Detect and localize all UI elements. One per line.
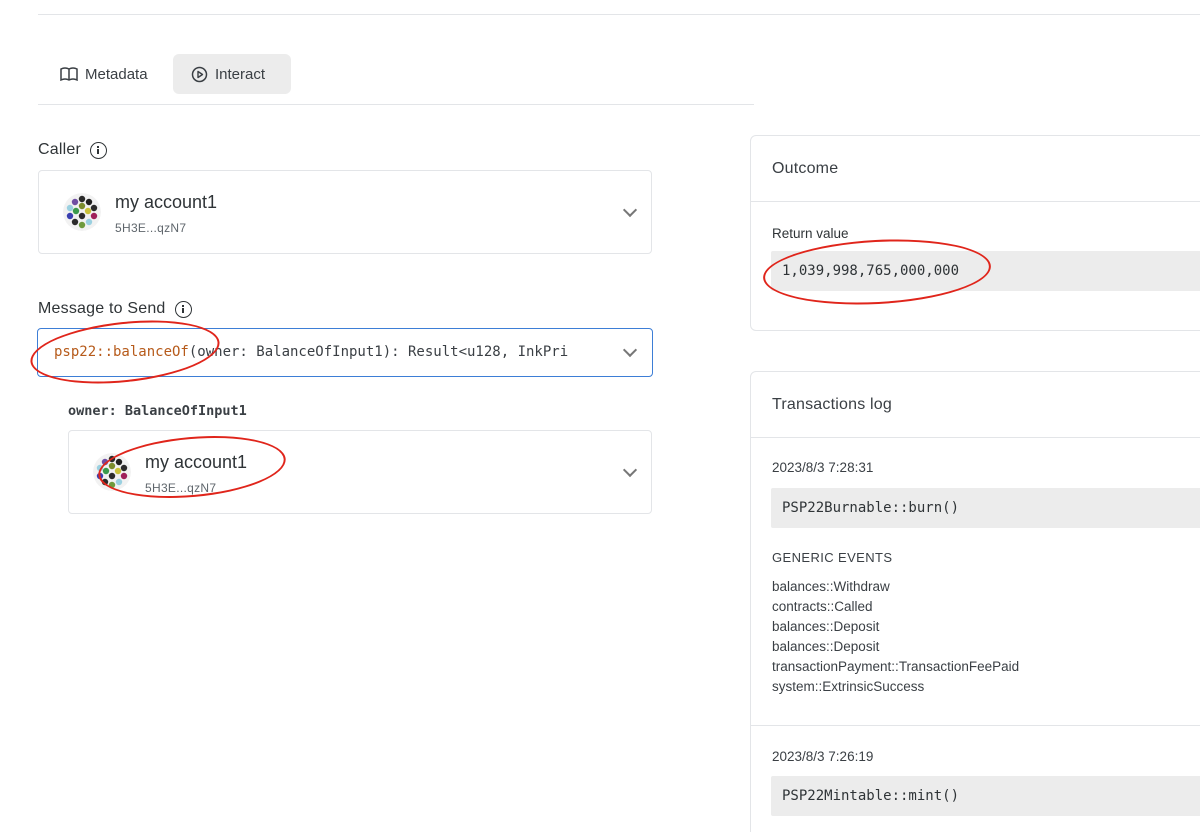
- event-item: balances::Deposit: [772, 619, 880, 634]
- transaction-timestamp: 2023/8/3 7:28:31: [772, 460, 874, 475]
- info-icon[interactable]: [174, 300, 192, 318]
- owner-account-select[interactable]: my account1 5H3E...qzN7: [68, 430, 652, 514]
- info-icon[interactable]: [90, 141, 107, 159]
- transaction-call: PSP22Mintable::mint(): [771, 776, 1200, 816]
- message-label-text: Message to Send: [38, 300, 166, 317]
- message-select[interactable]: psp22::balanceOf(owner: BalanceOfInput1)…: [37, 328, 653, 377]
- book-icon: [60, 67, 78, 81]
- message-signature-params: (owner: BalanceOfInput1): Result<u128, I…: [188, 344, 569, 360]
- event-item: system::ExtrinsicSuccess: [772, 679, 925, 694]
- account-identicon-icon: [93, 453, 131, 491]
- tab-interact[interactable]: Interact: [173, 54, 291, 94]
- play-circle-icon: [191, 66, 208, 83]
- caller-account-name: my account1: [115, 192, 218, 212]
- event-item: transactionPayment::TransactionFeePaid: [772, 659, 1020, 674]
- transactions-log-panel: Transactions log 2023/8/3 7:28:31 PSP22B…: [750, 371, 1200, 832]
- transactions-log-title: Transactions log: [772, 396, 892, 413]
- transactions-log-divider: [751, 437, 1200, 438]
- outcome-title: Outcome: [772, 160, 839, 177]
- tab-metadata-label: Metadata: [85, 65, 148, 83]
- chevron-down-icon[interactable]: [622, 342, 638, 358]
- event-item: balances::Deposit: [772, 639, 880, 654]
- transaction-timestamp: 2023/8/3 7:26:19: [772, 749, 874, 764]
- message-function-name: psp22::balanceOf: [54, 344, 189, 360]
- owner-account-address: 5H3E...qzN7: [145, 481, 217, 495]
- return-value-label: Return value: [772, 226, 849, 241]
- chevron-down-icon[interactable]: [622, 462, 638, 478]
- generic-events-title: GENERIC EVENTS: [772, 550, 893, 565]
- caller-account-select[interactable]: my account1 5H3E...qzN7: [38, 170, 652, 254]
- transaction-call: PSP22Burnable::burn(): [771, 488, 1200, 528]
- event-item: contracts::Called: [772, 599, 873, 614]
- transaction-divider: [751, 725, 1200, 726]
- argument-label: owner: BalanceOfInput1: [68, 403, 247, 419]
- message-signature: psp22::balanceOf(owner: BalanceOfInput1)…: [54, 344, 604, 360]
- return-value: 1,039,998,765,000,000: [771, 251, 1200, 291]
- caller-label: Caller: [38, 141, 107, 159]
- outcome-divider: [751, 201, 1200, 202]
- tab-bar: Metadata Interact: [38, 54, 754, 105]
- caller-account-address: 5H3E...qzN7: [115, 221, 187, 235]
- outcome-panel: Outcome Return value 1,039,998,765,000,0…: [750, 135, 1200, 331]
- owner-account-name: my account1: [145, 452, 248, 472]
- top-divider: [38, 14, 1200, 15]
- account-identicon-icon: [63, 193, 101, 231]
- caller-label-text: Caller: [38, 141, 81, 158]
- chevron-down-icon[interactable]: [622, 202, 638, 218]
- event-item: balances::Withdraw: [772, 579, 890, 594]
- tab-metadata[interactable]: Metadata: [42, 54, 166, 94]
- message-label: Message to Send: [38, 300, 192, 318]
- tab-interact-label: Interact: [215, 65, 266, 83]
